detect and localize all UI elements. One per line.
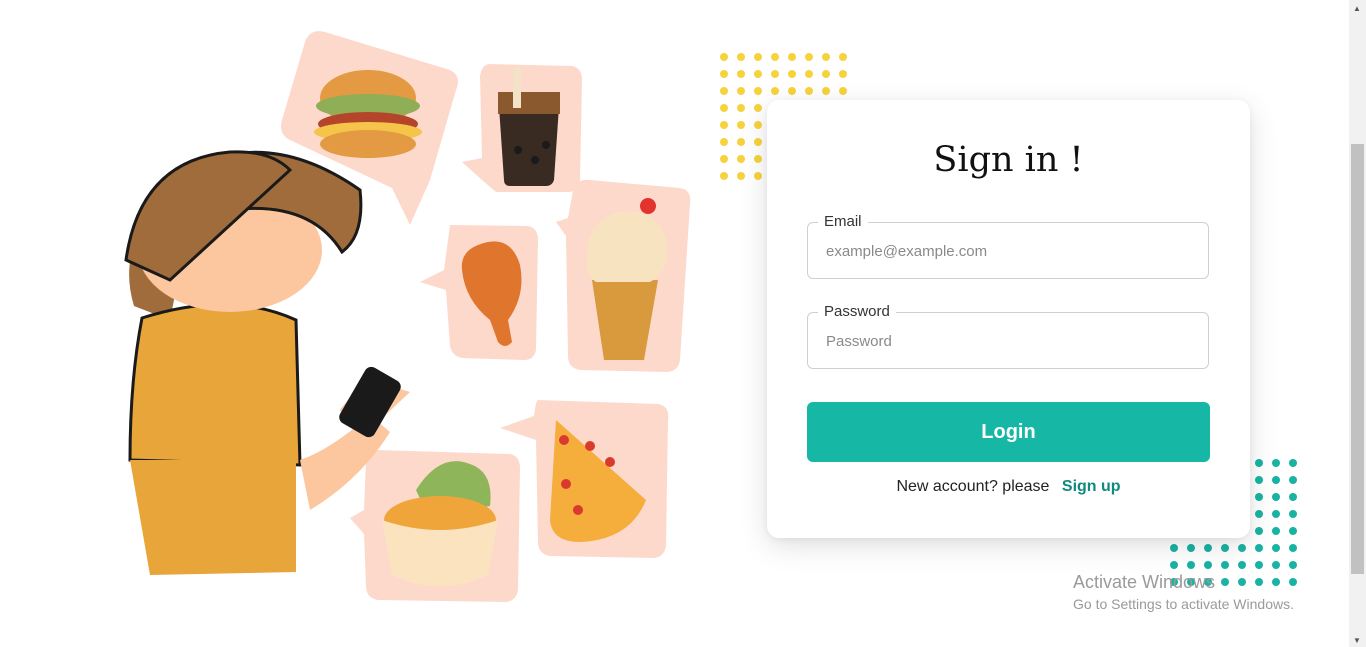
bubble-tea-icon (462, 64, 582, 192)
signup-prompt: New account? please (896, 478, 1050, 495)
vertical-scrollbar[interactable]: ▲ ▼ (1349, 0, 1366, 647)
chicken-leg-icon (420, 225, 538, 360)
woman-with-phone-illustration (124, 31, 691, 602)
signin-card: Sign in ! Email Password Login New accou… (767, 100, 1250, 538)
pizza-slice-icon (500, 400, 669, 558)
signin-title: Sign in ! (933, 140, 1084, 180)
noodle-bowl-icon (350, 450, 520, 602)
watermark-subtitle: Go to Settings to activate Windows. (1073, 596, 1294, 612)
password-input[interactable] (824, 313, 1198, 370)
password-field-group: Password (807, 303, 1209, 370)
ice-cream-icon (556, 179, 691, 372)
signup-link[interactable]: Sign up (1062, 478, 1121, 495)
email-input[interactable] (824, 223, 1198, 280)
email-field-group: Email (807, 213, 1209, 280)
login-button[interactable]: Login (807, 402, 1210, 462)
watermark-title: Activate Windows (1073, 572, 1216, 592)
scroll-up-arrow-icon[interactable]: ▲ (1353, 4, 1361, 13)
signup-row: New account? please Sign up (767, 478, 1250, 496)
windows-activation-watermark: Activate Windows Go to Settings to activ… (1073, 572, 1294, 612)
scroll-down-arrow-icon[interactable]: ▼ (1353, 636, 1361, 645)
scrollbar-thumb[interactable] (1351, 144, 1364, 574)
